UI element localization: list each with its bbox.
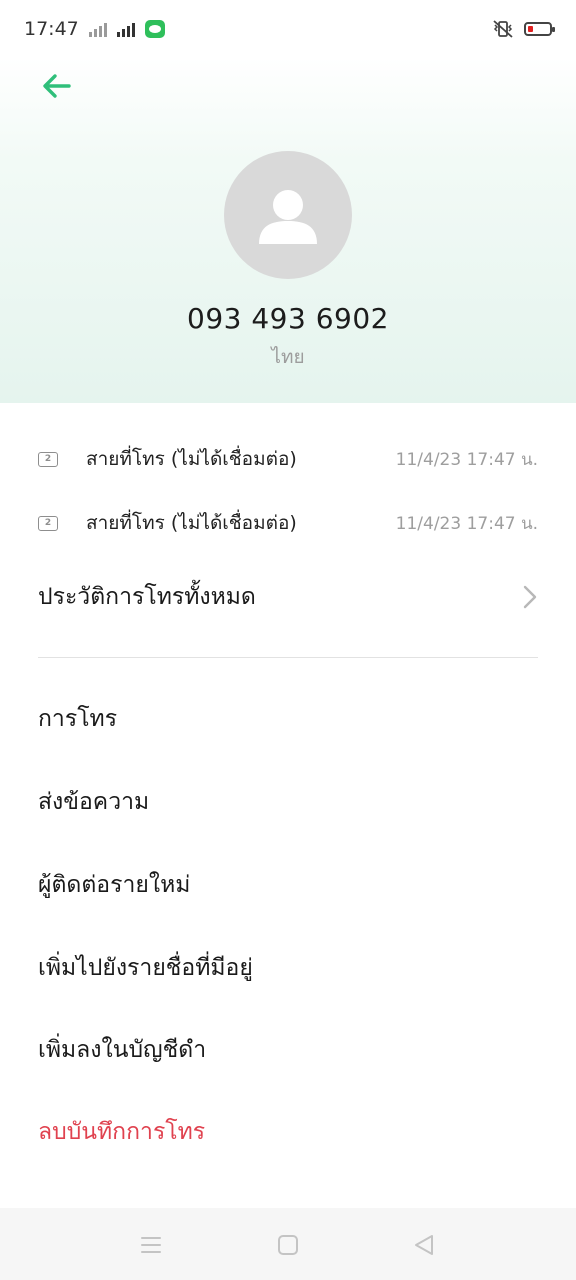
call-action[interactable]: การโทร (38, 697, 538, 741)
divider (38, 657, 538, 658)
signal-h-icon (116, 21, 135, 37)
menu-icon (141, 1237, 161, 1253)
home-icon (278, 1235, 298, 1255)
chevron-right-icon (523, 585, 537, 609)
call-type: สายที่โทร (ไม่ได้เชื่อมต่อ) (86, 512, 297, 534)
send-message-action[interactable]: ส่งข้อความ (38, 780, 538, 824)
country-label: ไทย (271, 346, 305, 368)
battery-low-icon (524, 22, 555, 36)
add-to-existing-contact-action[interactable]: เพิ่มไปยังรายชื่อที่มีอยู่ (38, 946, 538, 990)
sim2-icon: 2 (38, 451, 58, 467)
avatar (224, 151, 352, 279)
signal-x-icon (88, 21, 107, 37)
call-type: สายที่โทร (ไม่ได้เชื่อมต่อ) (86, 448, 297, 470)
status-time: 17:47 (24, 18, 79, 40)
back-button[interactable] (36, 66, 76, 106)
call-time: 11/4/23 17:47 น. (395, 513, 538, 534)
status-bar: 17:47 (0, 0, 576, 58)
battery-level (528, 26, 533, 32)
menu-button[interactable] (136, 1230, 166, 1260)
all-call-history-label: ประวัติการโทรทั้งหมด (38, 584, 256, 610)
status-left: 17:47 (24, 18, 165, 40)
call-log-row[interactable]: 2 สายที่โทร (ไม่ได้เชื่อมต่อ) 11/4/23 17… (38, 503, 538, 543)
vibrate-icon (493, 20, 513, 38)
back-nav-button[interactable] (409, 1230, 439, 1260)
delete-call-log-action[interactable]: ลบบันทึกการโทร (38, 1110, 538, 1154)
home-button[interactable] (273, 1230, 303, 1260)
contact-header: 093 493 6902 ไทย (0, 58, 576, 403)
back-icon (415, 1235, 433, 1255)
add-to-blacklist-action[interactable]: เพิ่มลงในบัญชีดำ (38, 1028, 538, 1072)
call-time: 11/4/23 17:47 น. (395, 449, 538, 470)
line-app-icon (144, 20, 165, 38)
phone-number: 093 493 6902 (187, 302, 389, 335)
all-call-history-row[interactable]: ประวัติการโทรทั้งหมด (38, 575, 538, 619)
sim2-icon: 2 (38, 515, 58, 531)
call-log-row[interactable]: 2 สายที่โทร (ไม่ได้เชื่อมต่อ) 11/4/23 17… (38, 439, 538, 479)
status-right (492, 19, 555, 39)
navigation-bar (0, 1208, 576, 1280)
back-arrow-icon (43, 74, 71, 98)
new-contact-action[interactable]: ผู้ติดต่อรายใหม่ (38, 863, 538, 907)
person-icon (259, 190, 317, 244)
